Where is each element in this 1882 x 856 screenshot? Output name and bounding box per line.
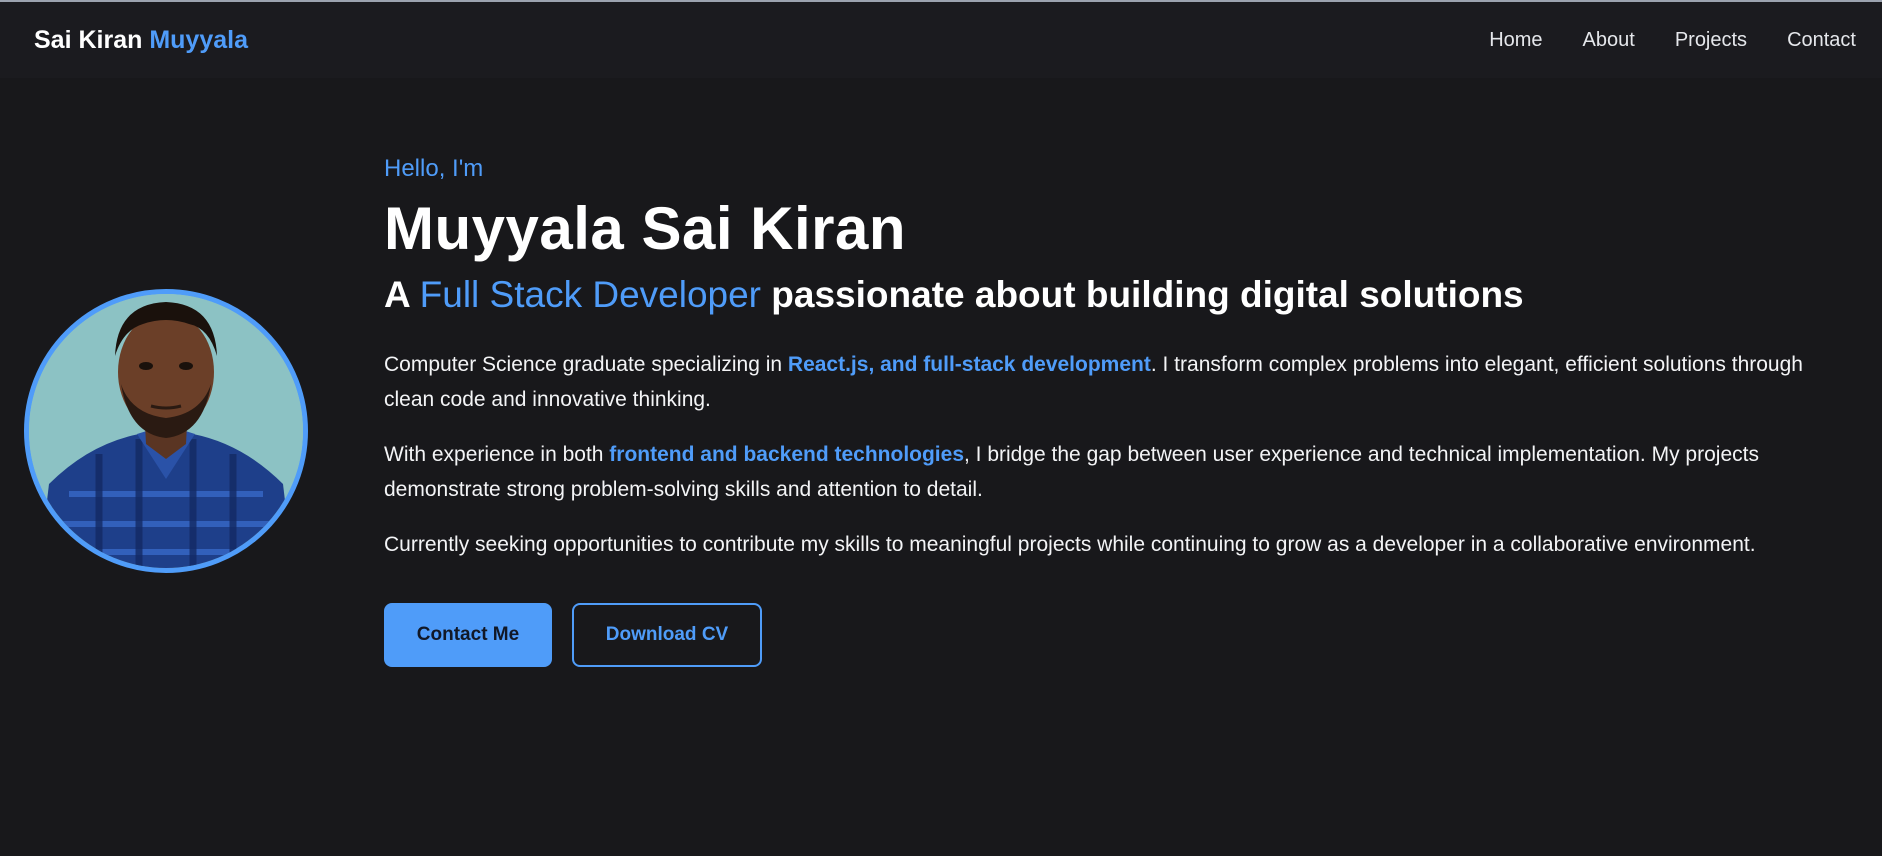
intro-paragraph-2: With experience in both frontend and bac… — [384, 437, 1854, 507]
hero-buttons: Contact Me Download CV — [384, 603, 1854, 667]
brand-logo[interactable]: Sai Kiran Muyyala — [34, 26, 248, 55]
download-cv-button[interactable]: Download CV — [572, 603, 762, 667]
nav-link-projects[interactable]: Projects — [1675, 29, 1747, 52]
navbar: Sai Kiran Muyyala Home About Projects Co… — [0, 2, 1882, 78]
nav-link-contact[interactable]: Contact — [1787, 29, 1856, 52]
paragraph-2-highlight: frontend and backend technologies — [609, 443, 964, 466]
nav-links: Home About Projects Contact — [1489, 29, 1856, 52]
tagline-prefix: A — [384, 274, 410, 315]
profile-photo-icon — [29, 294, 303, 568]
tagline-suffix: passionate about building digital soluti… — [771, 274, 1524, 315]
hero-content: Hello, I'm Muyyala Sai Kiran A Full Stac… — [384, 155, 1854, 667]
tagline-highlight: Full Stack Developer — [419, 274, 762, 315]
nav-link-home[interactable]: Home — [1489, 29, 1542, 52]
paragraph-2-before: With experience in both — [384, 443, 610, 466]
hero-name: Muyyala Sai Kiran — [384, 195, 907, 262]
brand-last-name: Muyyala — [149, 26, 248, 54]
contact-me-button[interactable]: Contact Me — [384, 603, 552, 667]
brand-first-name: Sai Kiran — [34, 26, 143, 54]
avatar — [24, 289, 308, 573]
hero-tagline: A Full Stack Developer passionate about … — [384, 269, 1854, 321]
paragraph-1-highlight: React.js, and full-stack development — [787, 353, 1151, 376]
greeting-text: Hello, I'm — [384, 155, 484, 182]
paragraph-1-before: Computer Science graduate specializing i… — [384, 353, 788, 376]
intro-paragraph-3: Currently seeking opportunities to contr… — [384, 533, 1756, 556]
intro-paragraph-1: Computer Science graduate specializing i… — [384, 347, 1854, 417]
nav-link-about[interactable]: About — [1583, 29, 1635, 52]
